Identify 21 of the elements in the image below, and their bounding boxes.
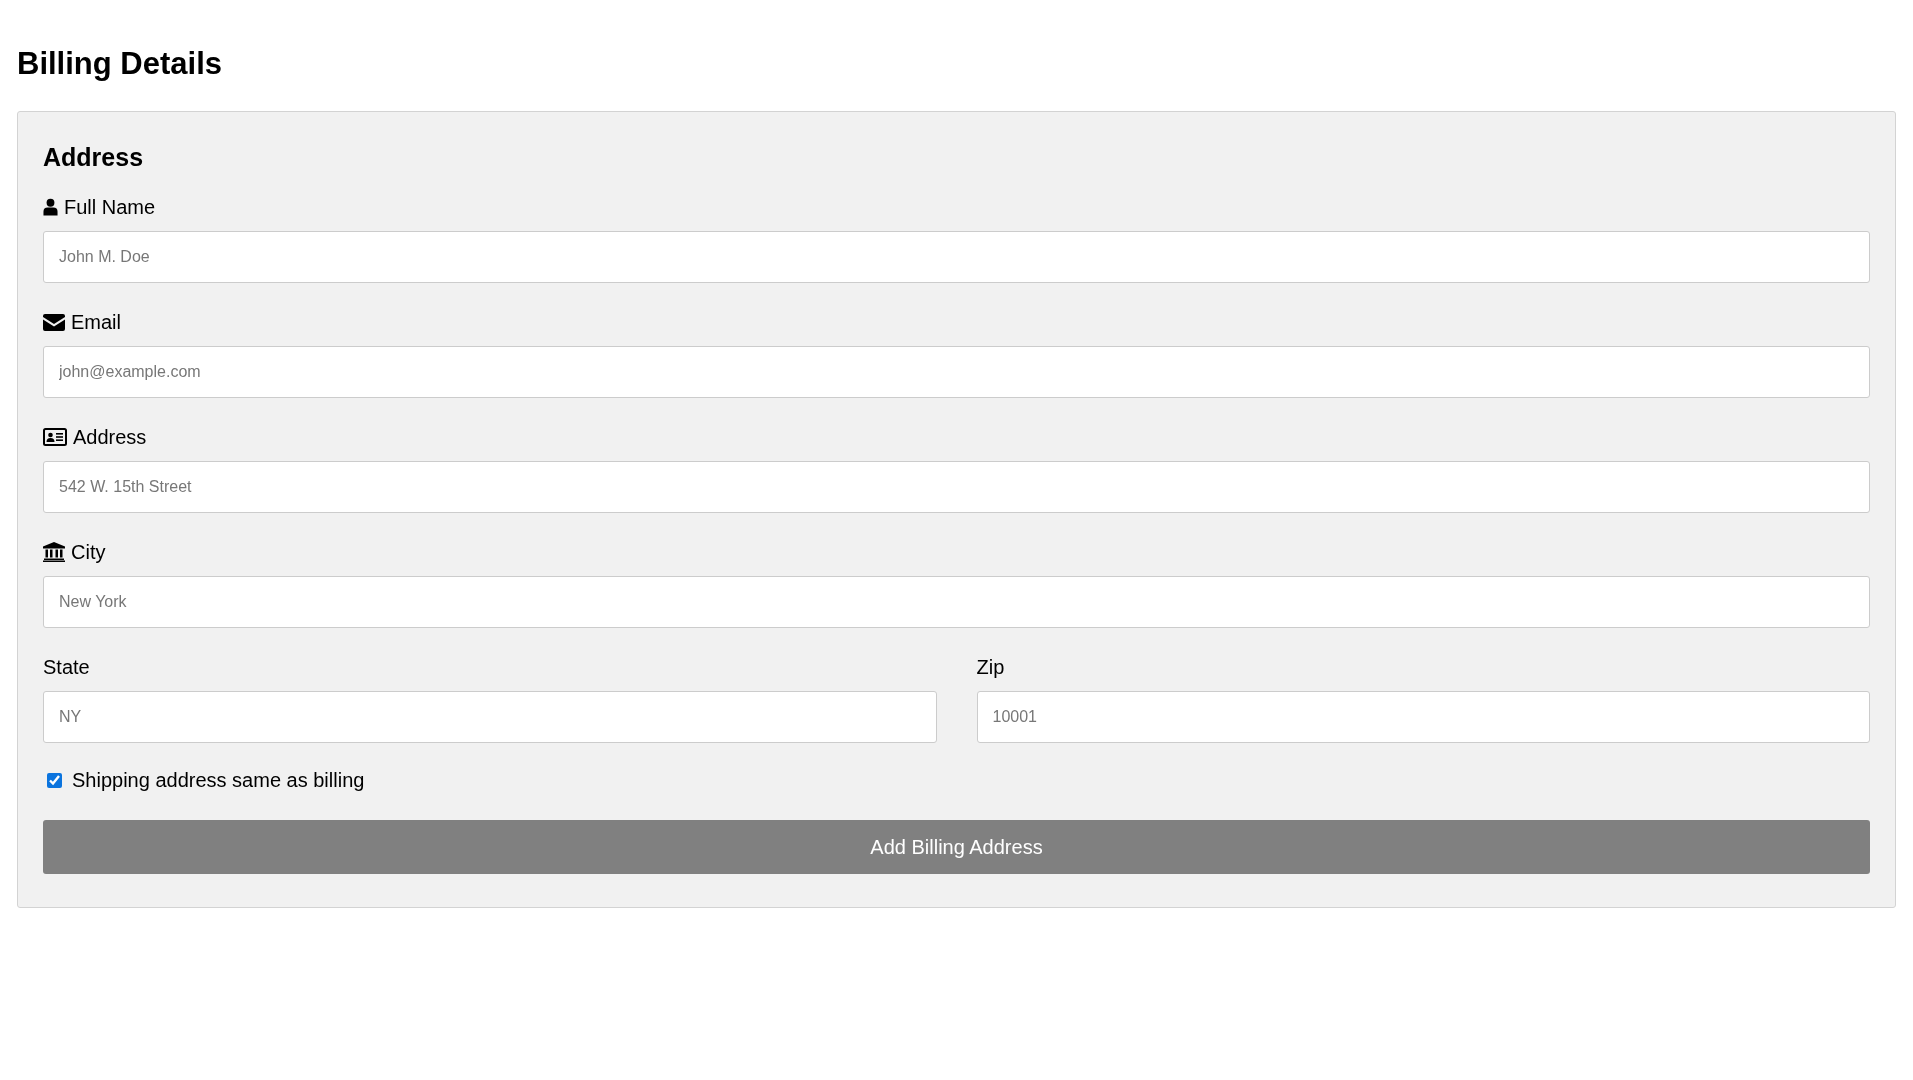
- input-field[interactable]: New York: [43, 576, 1870, 628]
- field-label: Full Name: [64, 195, 156, 219]
- field-label: Email: [71, 310, 121, 334]
- input-field[interactable]: John M. Doe: [43, 231, 1870, 283]
- bank-icon: [43, 542, 65, 562]
- input-field[interactable]: NY: [43, 691, 937, 743]
- submit-button[interactable]: Add Billing Address: [43, 820, 1870, 874]
- checkbox-label: Shipping address same as billing: [72, 768, 365, 792]
- envelope-icon: [43, 313, 65, 331]
- page-title: Billing Details: [17, 45, 223, 83]
- input-field[interactable]: 10001: [976, 691, 1870, 743]
- field-label: Zip: [976, 655, 1005, 679]
- input-field[interactable]: 542 W. 15th Street: [43, 461, 1870, 513]
- input-field[interactable]: john@example.com: [43, 346, 1870, 398]
- person-icon: [43, 198, 58, 216]
- section-heading: Address: [43, 142, 145, 173]
- field-label: State: [43, 655, 90, 679]
- checkbox[interactable]: [47, 772, 62, 788]
- field-label: Address: [73, 425, 147, 449]
- field-label: City: [71, 540, 106, 564]
- id-card-icon: [43, 428, 67, 446]
